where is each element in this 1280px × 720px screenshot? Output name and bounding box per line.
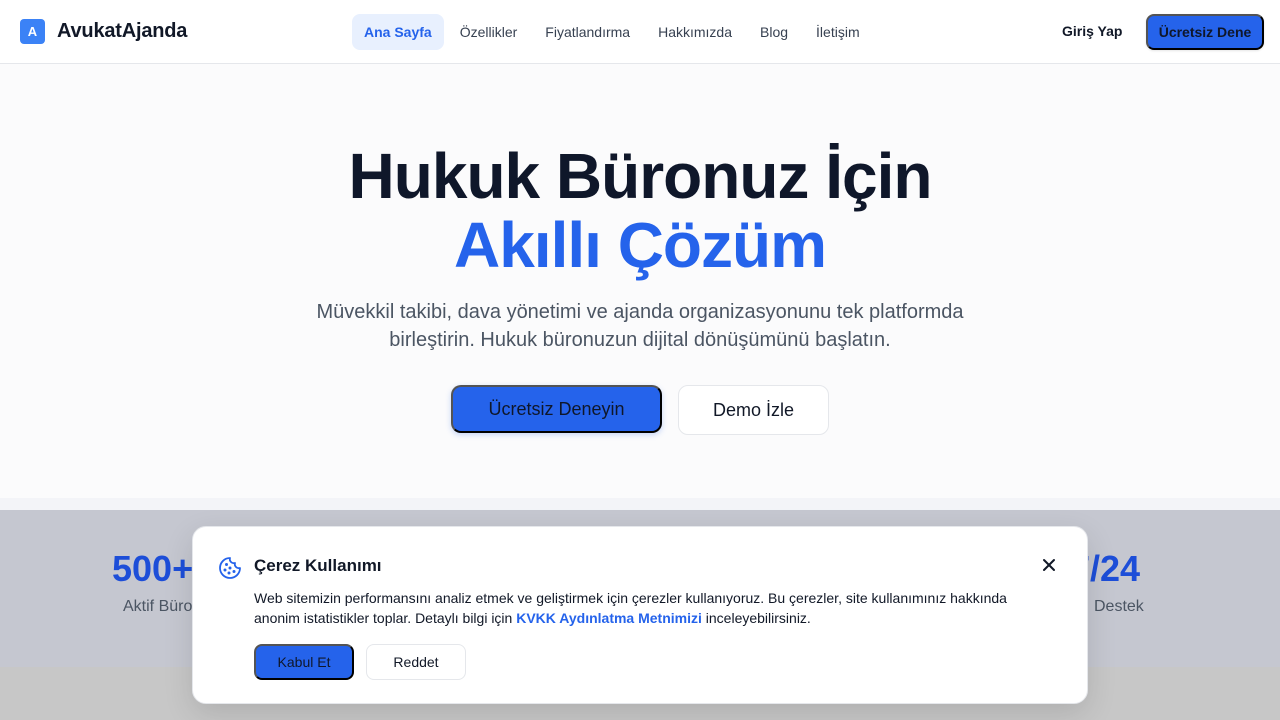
section-divider (0, 498, 1280, 510)
nav-item-hakkimizda[interactable]: Hakkımızda (646, 14, 744, 50)
login-link[interactable]: Giriş Yap (1062, 23, 1122, 39)
cookie-banner: Çerez Kullanımı Web sitemizin performans… (192, 526, 1088, 704)
hero-subtitle: Müvekkil takibi, dava yönetimi ve ajanda… (316, 301, 964, 351)
nav-item-ozellikler[interactable]: Özellikler (448, 14, 530, 50)
nav-item-fiyatlandirma[interactable]: Fiyatlandırma (533, 14, 642, 50)
hero-title-line1: Hukuk Büronuz İçin (348, 140, 933, 212)
brand-logo[interactable]: A AvukatAjanda (20, 19, 187, 44)
kvkk-link[interactable]: KVKK Aydınlatma Metnimizi (516, 610, 702, 626)
nav-item-iletisim[interactable]: İletişim (804, 14, 872, 50)
main-nav: Ana Sayfa Özellikler Fiyatlandırma Hakkı… (352, 14, 876, 50)
accept-cookies-button[interactable]: Kabul Et (254, 644, 354, 680)
hero-title-line2: Akıllı Çözüm (453, 209, 827, 281)
nav-item-blog[interactable]: Blog (748, 14, 800, 50)
stat-label-support: Destek (1094, 598, 1144, 615)
stat-label-offices: Aktif Büro (123, 598, 193, 615)
free-trial-button[interactable]: Ücretsiz Dene (1146, 14, 1264, 50)
logo-mark: A (20, 19, 45, 44)
hero-free-trial-button[interactable]: Ücretsiz Deneyin (451, 385, 662, 433)
cookie-text-part2: inceleyebilirsiniz. (701, 610, 811, 626)
close-icon[interactable] (1039, 555, 1059, 575)
cookie-title: Çerez Kullanımı (254, 556, 382, 575)
brand-name: AvukatAjanda (57, 20, 188, 42)
cookie-icon (219, 557, 241, 579)
stat-value-offices: 500+ (112, 548, 194, 589)
watch-demo-button[interactable]: Demo İzle (678, 385, 829, 435)
reject-cookies-button[interactable]: Reddet (366, 644, 466, 680)
top-navbar: A AvukatAjanda Ana Sayfa Özellikler Fiya… (0, 0, 1280, 64)
cookie-description: Web sitemizin performansını analiz etmek… (254, 588, 1034, 628)
nav-item-ana-sayfa[interactable]: Ana Sayfa (352, 14, 444, 50)
hero-section: Hukuk Büronuz İçin Akıllı Çözüm Müvekkil… (0, 65, 1280, 498)
